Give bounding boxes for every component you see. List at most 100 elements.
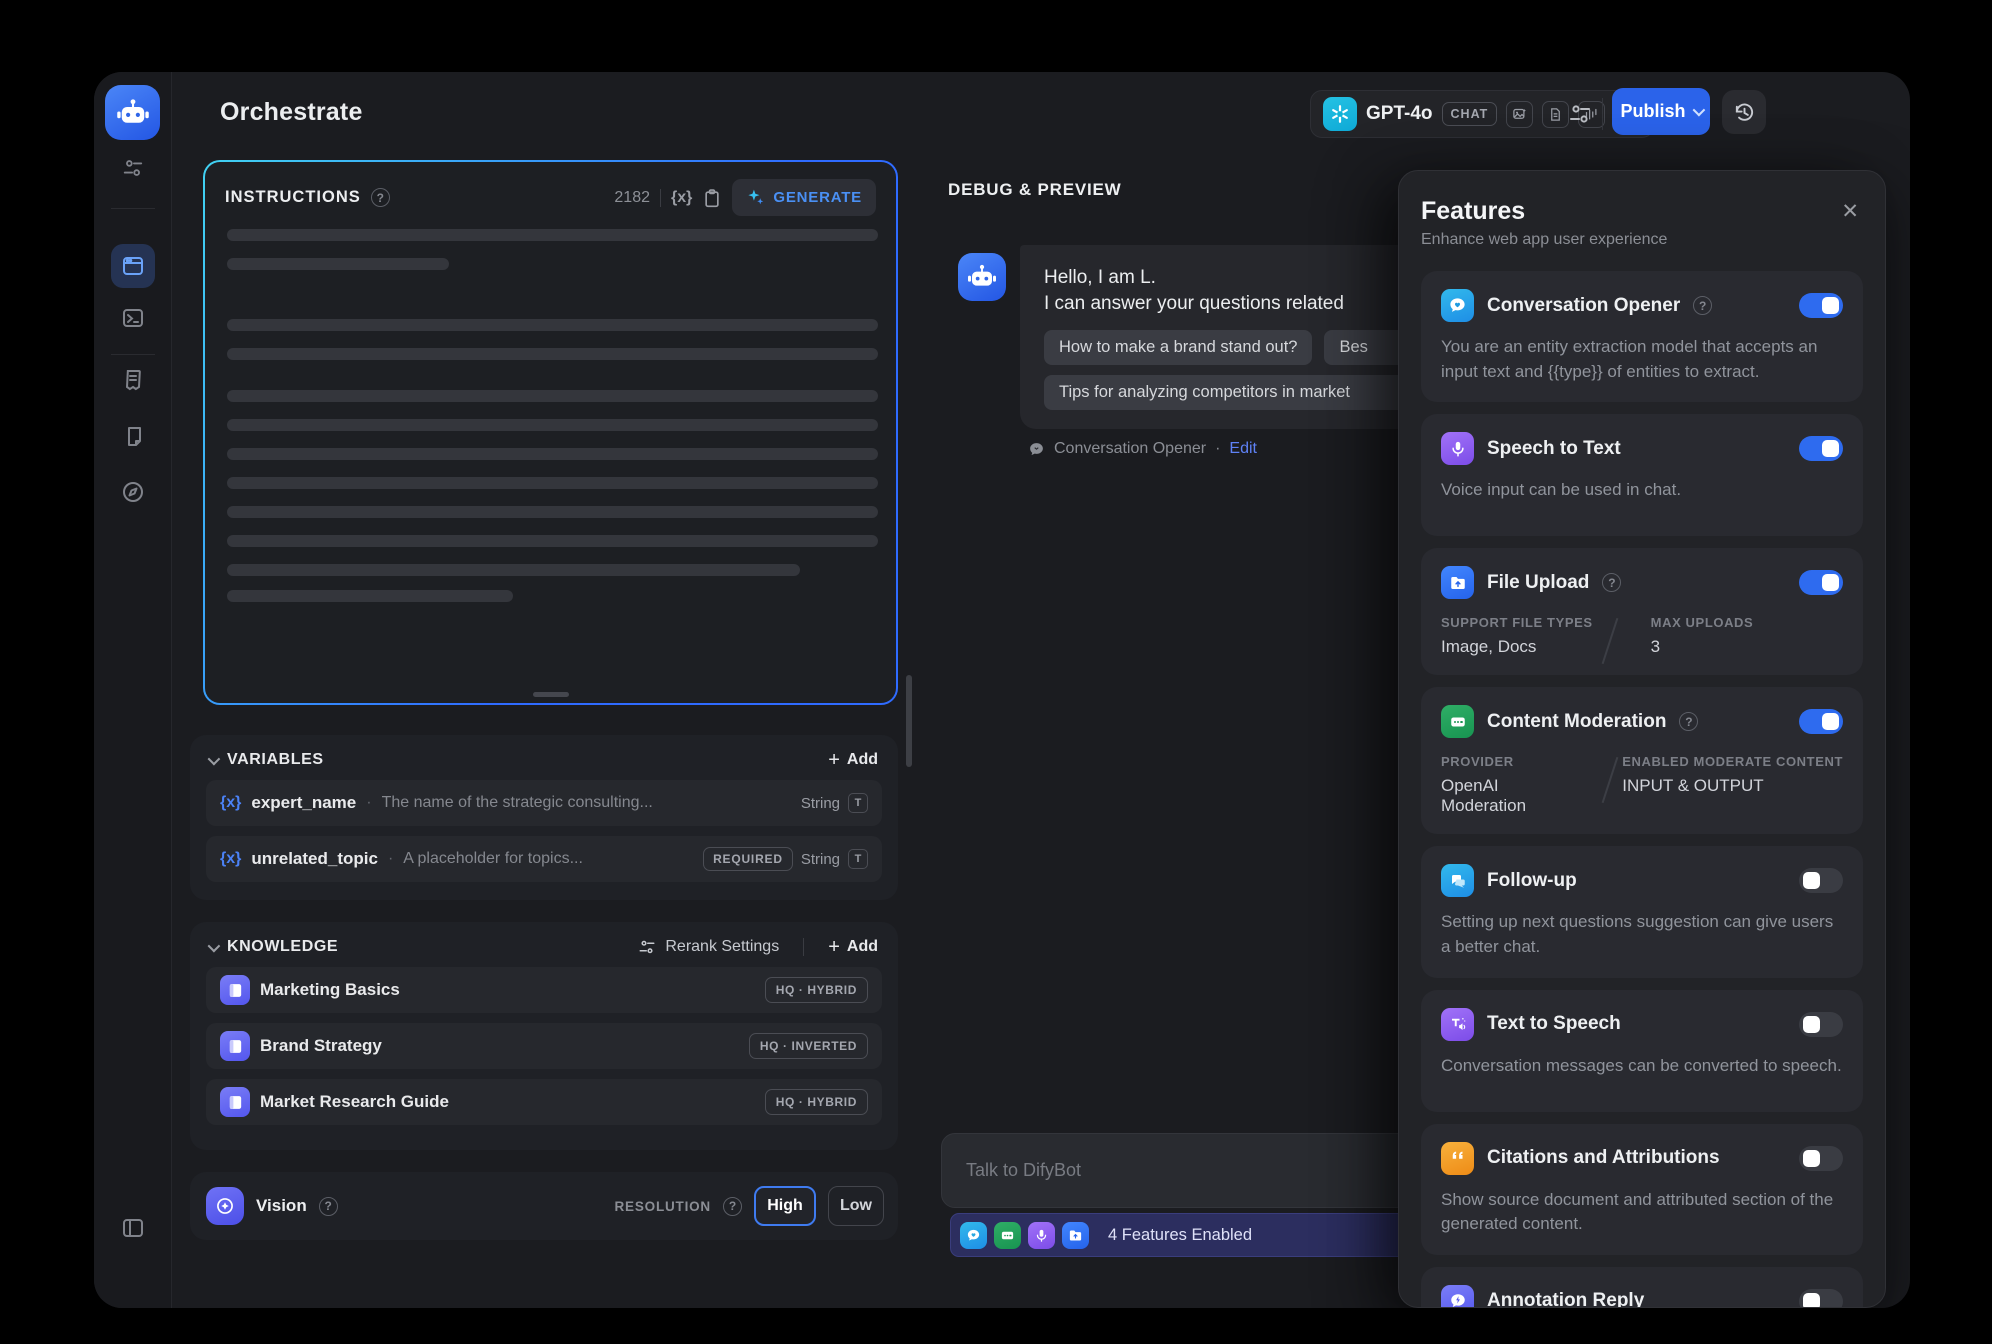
app-logo-robot-icon[interactable]	[105, 85, 160, 140]
feature-toggle[interactable]	[1799, 570, 1843, 595]
chevron-down-icon[interactable]	[208, 939, 221, 952]
resize-drag-handle[interactable]	[533, 692, 569, 697]
plus-icon: +	[828, 937, 840, 957]
sidebar-item-terminal-icon[interactable]	[121, 306, 145, 330]
feature-card-text-to-speech: Text to Speech Conversation messages can…	[1421, 990, 1863, 1112]
generate-label: GENERATE	[773, 189, 862, 206]
feature-toggle[interactable]	[1799, 1289, 1843, 1308]
dataset-icon	[220, 1087, 250, 1117]
add-variable-button[interactable]: +Add	[828, 750, 878, 770]
feature-help-icon[interactable]: ?	[1602, 573, 1621, 592]
speech-to-text-icon	[1441, 432, 1474, 465]
sidebar-item-explore-compass-icon[interactable]	[121, 480, 145, 504]
publish-label: Publish	[1620, 101, 1685, 122]
resolution-help-icon[interactable]: ?	[723, 1197, 742, 1216]
model-name: GPT-4o	[1366, 103, 1433, 125]
feature-toggle[interactable]	[1799, 1146, 1843, 1171]
speech-to-text-mini-icon	[1028, 1222, 1055, 1249]
string-type-icon[interactable]: T	[848, 793, 868, 813]
sidebar-item-annotations-icon[interactable]	[121, 424, 145, 448]
feature-name: Conversation Opener	[1487, 295, 1680, 317]
variable-desc: A placeholder for topics...	[403, 850, 583, 868]
variable-row[interactable]: {x} expert_name · The name of the strate…	[206, 780, 882, 826]
suggested-question-chip[interactable]: How to make a brand stand out?	[1044, 330, 1312, 365]
toolbar-divider	[660, 189, 661, 207]
vision-label: Vision	[256, 1196, 307, 1216]
feature-desc: You are an entity extraction model that …	[1441, 335, 1843, 384]
knowledge-section: KNOWLEDGE Rerank Settings +Add Marketing…	[190, 922, 898, 1150]
feature-toggle[interactable]	[1799, 293, 1843, 318]
feature-help-icon[interactable]: ?	[1679, 712, 1698, 731]
edit-opener-link[interactable]: Edit	[1229, 440, 1257, 458]
rerank-label: Rerank Settings	[665, 938, 779, 956]
feature-card-content-moderation: Content Moderation ? PROVIDER OpenAI Mod…	[1421, 687, 1863, 834]
rerank-settings-button[interactable]: Rerank Settings	[638, 938, 779, 956]
feature-toggle[interactable]	[1799, 1012, 1843, 1037]
vision-icon	[206, 1187, 244, 1225]
variable-icon: {x}	[220, 794, 241, 812]
instructions-help-icon[interactable]: ?	[371, 188, 390, 207]
feature-card-file-upload: File Upload ? SUPPORT FILE TYPES Image, …	[1421, 548, 1863, 675]
opener-label: Conversation Opener	[1054, 440, 1206, 458]
settings-sliders-icon[interactable]	[121, 156, 145, 180]
dataset-icon	[220, 975, 250, 1005]
meta-divider	[1602, 757, 1619, 803]
sidebar-item-logs-icon[interactable]	[121, 368, 145, 392]
feature-help-icon[interactable]: ?	[1693, 296, 1712, 315]
variable-row[interactable]: {x} unrelated_topic · A placeholder for …	[206, 836, 882, 882]
openai-logo-icon	[1323, 97, 1357, 131]
close-icon[interactable]: ✕	[1841, 201, 1859, 222]
generate-button[interactable]: GENERATE	[732, 179, 876, 216]
feature-card-follow-up: Follow-up Setting up next questions sugg…	[1421, 846, 1863, 977]
knowledge-row[interactable]: Brand Strategy HQ · INVERTED	[206, 1023, 882, 1069]
variable-type: String	[801, 851, 840, 868]
citations-icon	[1441, 1142, 1474, 1175]
meta-value: OpenAI Moderation	[1441, 776, 1564, 816]
text-to-speech-icon	[1441, 1008, 1474, 1041]
resolution-high-button[interactable]: High	[754, 1186, 816, 1226]
knowledge-row[interactable]: Marketing Basics HQ · HYBRID	[206, 967, 882, 1013]
copy-clipboard-icon[interactable]	[702, 188, 722, 208]
feature-meta: PROVIDER OpenAI Moderation ENABLED MODER…	[1441, 754, 1843, 816]
features-title: Features	[1421, 197, 1863, 226]
add-knowledge-button[interactable]: +Add	[828, 937, 878, 957]
instructions-title: INSTRUCTIONS	[225, 188, 361, 207]
insert-variable-icon[interactable]: {x}	[671, 189, 692, 207]
collapse-sidebar-icon[interactable]	[121, 1216, 145, 1240]
header-divider	[1602, 98, 1603, 130]
publish-button[interactable]: Publish	[1612, 88, 1710, 135]
features-enabled-text: 4 Features Enabled	[1108, 1226, 1252, 1245]
file-upload-mini-icon	[1062, 1222, 1089, 1249]
knowledge-badge: HQ · INVERTED	[749, 1033, 868, 1059]
feature-toggle[interactable]	[1799, 436, 1843, 461]
variable-icon: {x}	[220, 850, 241, 868]
knowledge-name: Market Research Guide	[260, 1092, 449, 1112]
string-type-icon[interactable]: T	[848, 849, 868, 869]
knowledge-row[interactable]: Market Research Guide HQ · HYBRID	[206, 1079, 882, 1125]
conversation-opener-icon	[1441, 289, 1474, 322]
instructions-panel: INSTRUCTIONS ? 2182 {x} GENERATE	[203, 160, 898, 705]
feature-name: Speech to Text	[1487, 438, 1621, 460]
scrollbar-thumb[interactable]	[906, 675, 912, 767]
sidebar-item-orchestrate-active[interactable]	[111, 244, 155, 288]
feature-toggle[interactable]	[1799, 709, 1843, 734]
model-parameters-icon[interactable]	[1568, 102, 1592, 126]
rerank-sliders-icon	[638, 938, 656, 956]
version-history-button[interactable]	[1722, 90, 1766, 134]
resolution-low-button[interactable]: Low	[828, 1186, 884, 1226]
required-badge: REQUIRED	[703, 847, 793, 871]
vision-help-icon[interactable]: ?	[319, 1197, 338, 1216]
sidebar-divider	[111, 354, 155, 355]
separator-dot: ·	[366, 794, 371, 812]
chevron-down-icon[interactable]	[208, 752, 221, 765]
debug-preview-title: DEBUG & PREVIEW	[948, 180, 1122, 200]
feature-toggle[interactable]	[1799, 868, 1843, 893]
annotation-reply-icon	[1441, 1285, 1474, 1308]
variable-type: String	[801, 795, 840, 812]
vision-section: Vision ? RESOLUTION ? High Low	[190, 1172, 898, 1240]
meta-divider	[1602, 618, 1619, 664]
sparkles-icon	[746, 188, 765, 207]
resolution-label: RESOLUTION	[614, 1199, 711, 1214]
meta-label: ENABLED MODERATE CONTENT	[1622, 754, 1843, 769]
separator-dot: ·	[1215, 440, 1220, 458]
